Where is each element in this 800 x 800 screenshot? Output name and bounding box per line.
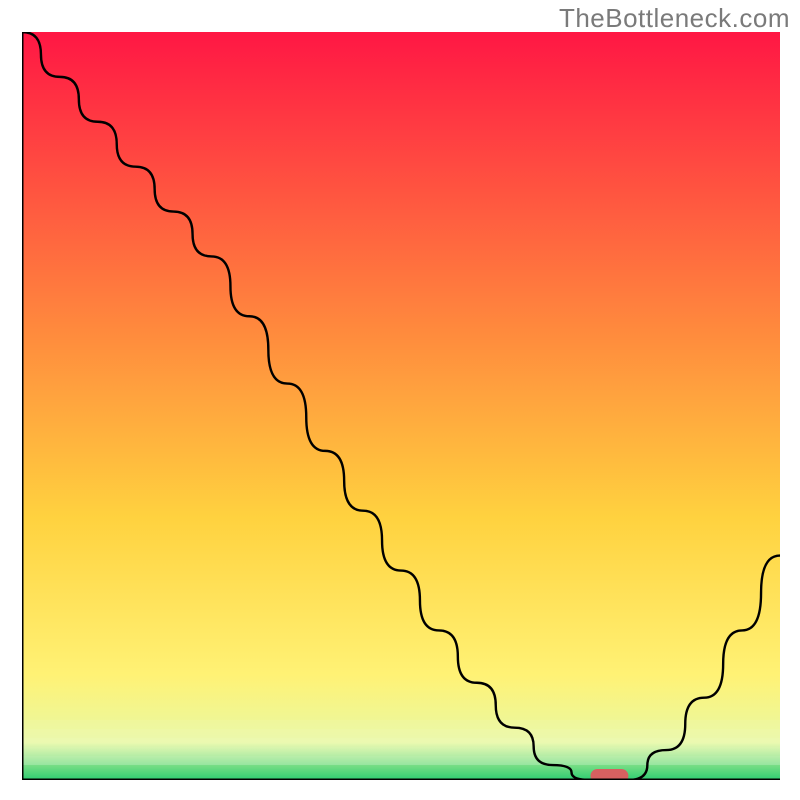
chart-container: TheBottleneck.com xyxy=(0,0,800,800)
gradient-band xyxy=(22,729,780,738)
gradient-band xyxy=(22,738,780,747)
chart-svg xyxy=(22,32,780,780)
plot-area xyxy=(22,32,780,780)
watermark-text: TheBottleneck.com xyxy=(559,3,790,34)
chart-background xyxy=(22,32,780,780)
gradient-band xyxy=(22,747,780,756)
optimal-marker xyxy=(591,769,629,780)
gradient-band xyxy=(22,756,780,765)
gradient-band xyxy=(22,720,780,729)
